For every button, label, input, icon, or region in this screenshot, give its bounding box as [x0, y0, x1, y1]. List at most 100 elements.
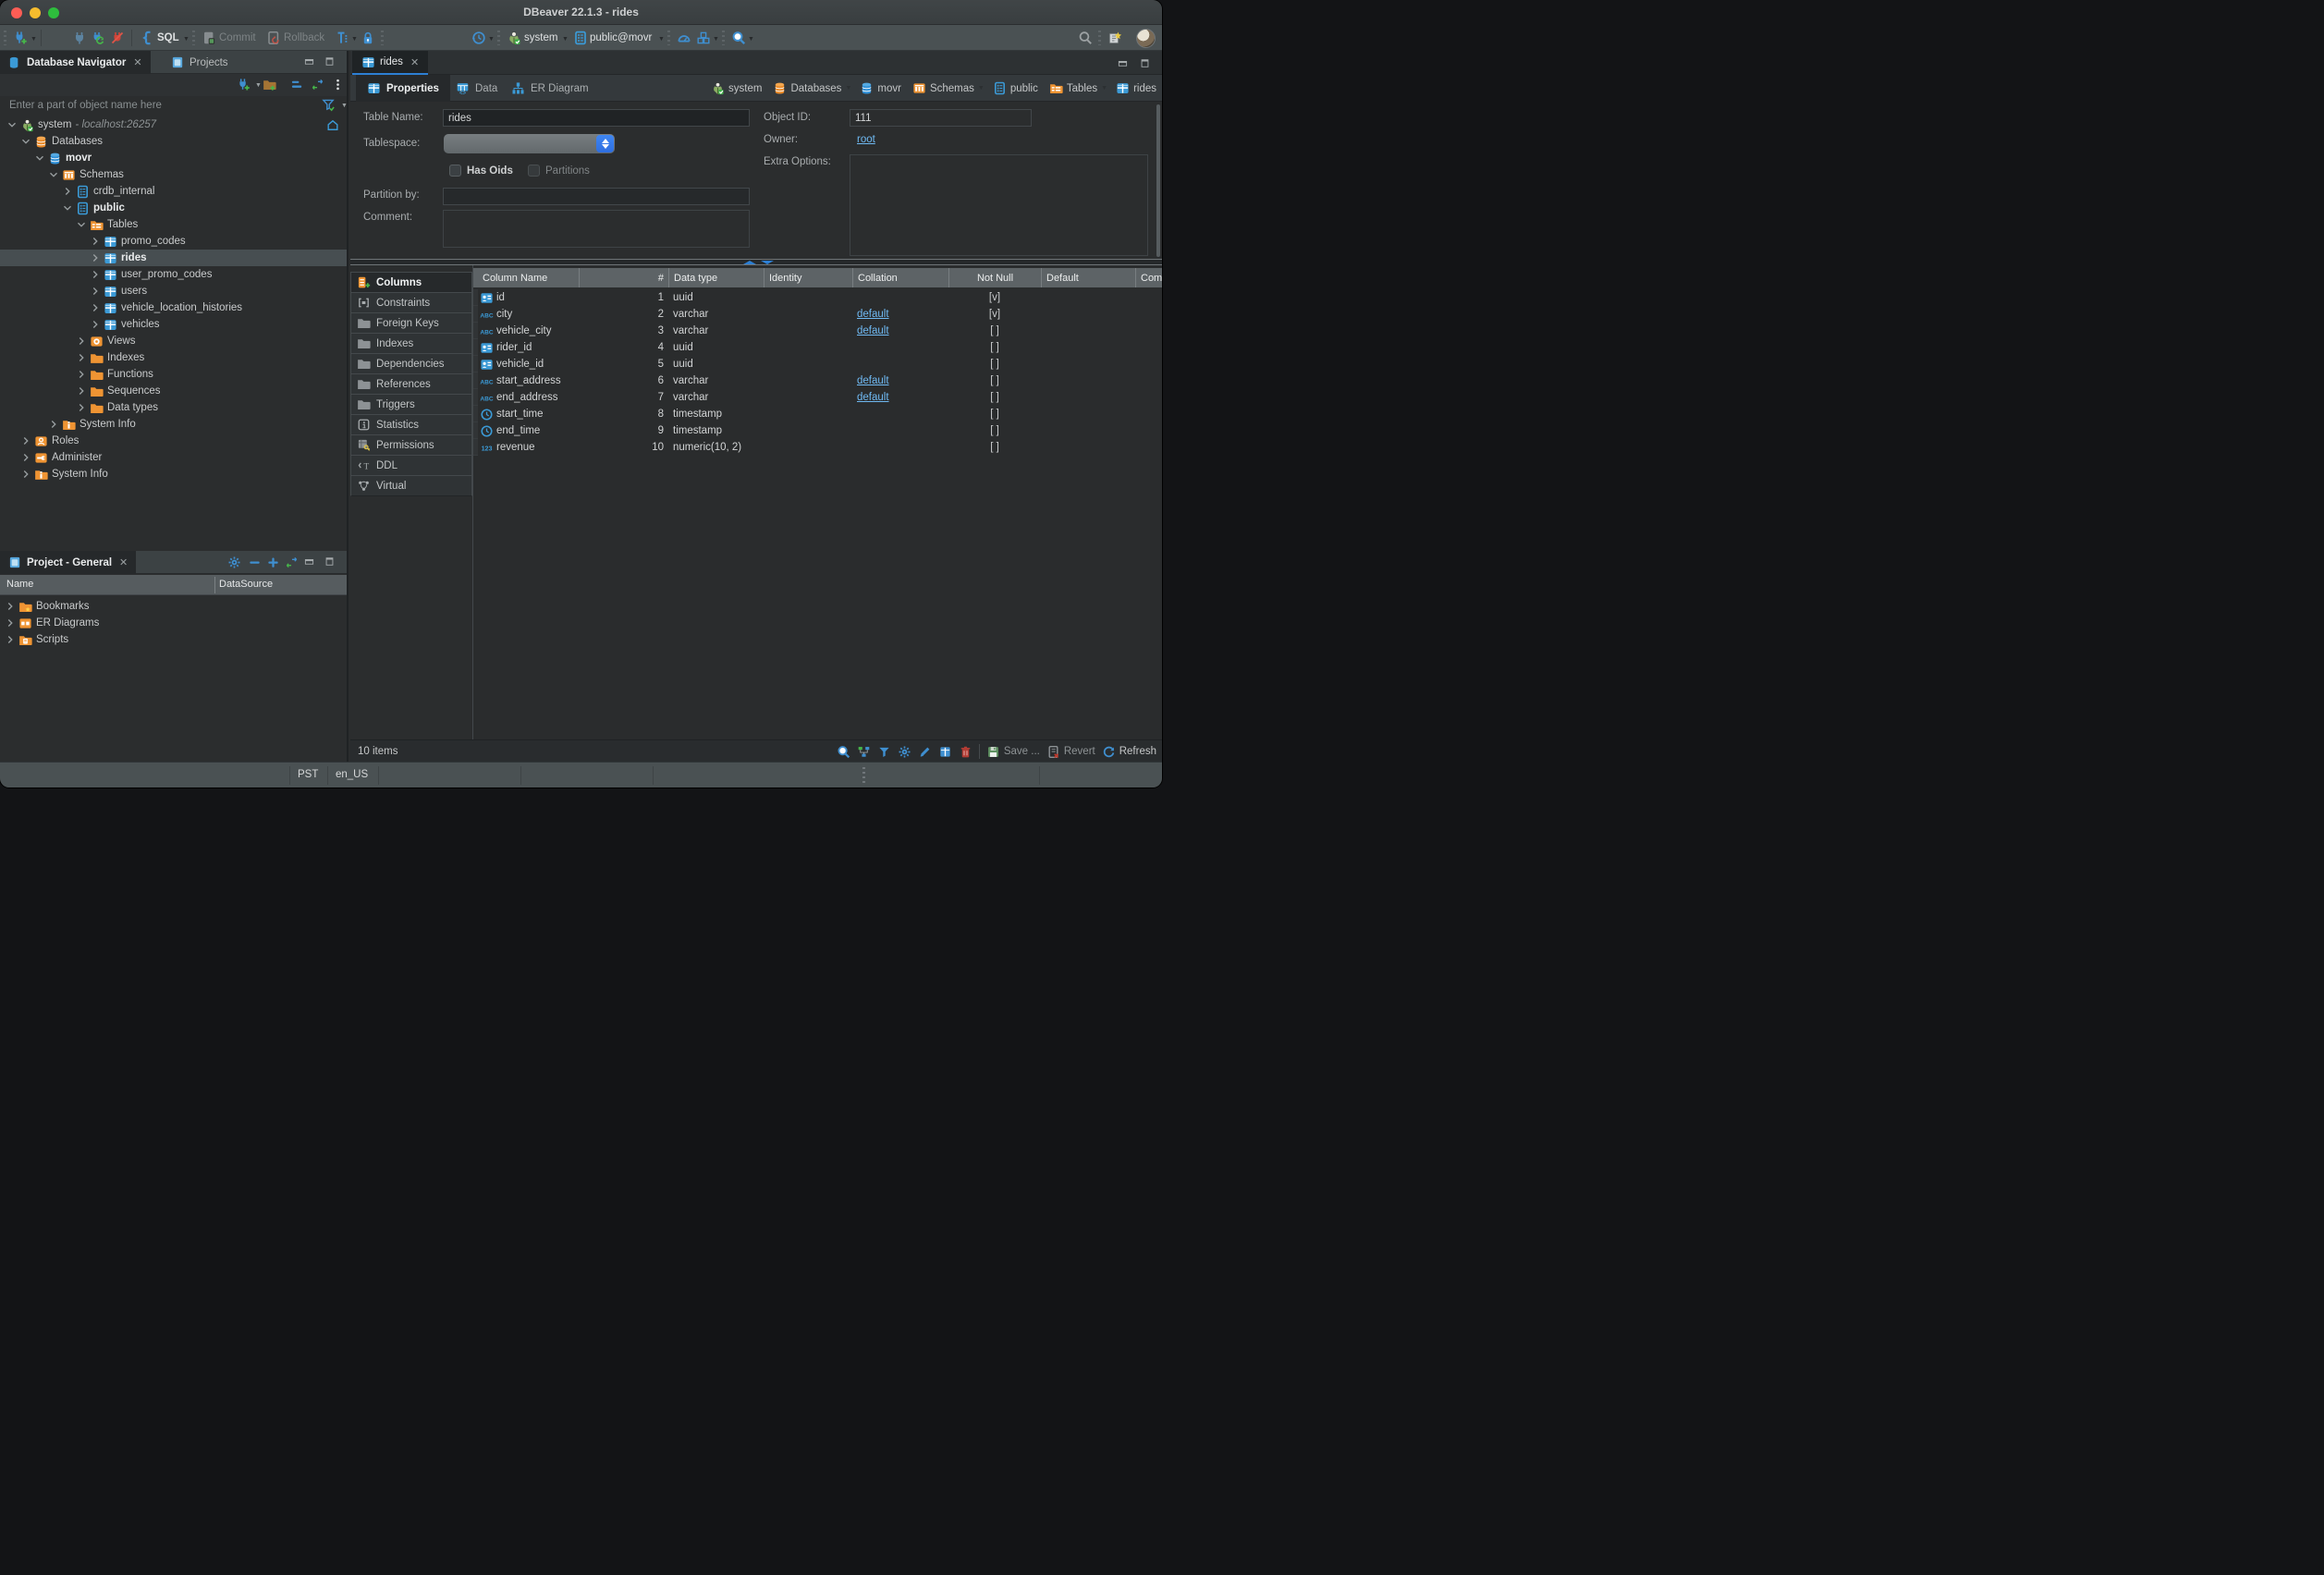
save-button[interactable]: Save ...	[1004, 746, 1040, 757]
section-tab[interactable]: Columns	[350, 272, 472, 293]
column-collation[interactable]: default	[852, 375, 948, 386]
tree-chevron-icon[interactable]	[75, 401, 88, 414]
minimize-editor-icon[interactable]	[1117, 58, 1129, 68]
column-not-null[interactable]: [ ]	[948, 425, 1041, 436]
data-search-icon[interactable]	[731, 31, 746, 45]
header-collation[interactable]: Collation	[852, 268, 948, 287]
column-not-null[interactable]: [ ]	[948, 375, 1041, 386]
quick-search-icon[interactable]	[1078, 31, 1093, 45]
home-icon[interactable]	[326, 301, 339, 314]
tree-chevron-icon[interactable]	[19, 434, 32, 447]
connect-icon[interactable]	[72, 31, 87, 45]
tree-item[interactable]: movr	[0, 150, 347, 166]
section-tab[interactable]: Dependencies	[350, 353, 472, 374]
scrollbar[interactable]	[1156, 104, 1160, 257]
sql-editor-button[interactable]: SQL	[157, 32, 179, 43]
revert-icon[interactable]	[1046, 745, 1060, 759]
column-row[interactable]: ABCvehicle_city 3 varchar default [ ]	[473, 323, 1162, 339]
tree-chevron-icon[interactable]	[4, 633, 17, 646]
column-not-null[interactable]: [ ]	[948, 392, 1041, 403]
tree-chevron-icon[interactable]	[47, 418, 60, 431]
commit-icon[interactable]	[202, 31, 216, 45]
project-item[interactable]: ER Diagrams	[0, 615, 347, 631]
column-collation[interactable]: default	[852, 392, 948, 403]
has-oids-checkbox[interactable]	[449, 165, 461, 177]
column-not-null[interactable]: [v]	[948, 309, 1041, 320]
section-tab[interactable]: Statistics	[350, 414, 472, 435]
home-icon[interactable]	[326, 268, 339, 281]
tree-chevron-icon[interactable]	[75, 218, 88, 231]
tree-item[interactable]: promo_codes	[0, 233, 347, 250]
section-tab[interactable]: Indexes	[350, 333, 472, 354]
tab-properties[interactable]: Properties	[356, 75, 450, 102]
project-item[interactable]: Scripts	[0, 631, 347, 648]
tree-item[interactable]: rides	[0, 250, 347, 266]
tree-item[interactable]: Schemas	[0, 166, 347, 183]
tree-item[interactable]: Administer	[0, 449, 347, 466]
tab-data[interactable]: <> Data	[445, 75, 508, 102]
home-icon[interactable]	[326, 451, 339, 464]
tree-chevron-icon[interactable]	[61, 201, 74, 214]
column-not-null[interactable]: [ ]	[948, 442, 1041, 453]
tab-er-diagram[interactable]: ER Diagram	[500, 75, 600, 102]
header-data-type[interactable]: Data type	[668, 268, 764, 287]
object-filter-input[interactable]	[7, 97, 285, 114]
tree-chevron-icon[interactable]	[89, 235, 102, 248]
partition-by-input[interactable]	[443, 188, 750, 205]
perspective-icon[interactable]	[1107, 31, 1122, 45]
toggle-panel-icon[interactable]	[938, 745, 952, 759]
column-row[interactable]: vehicle_id 5 uuid [ ]	[473, 356, 1162, 372]
active-connection-select[interactable]: system	[524, 32, 557, 43]
home-icon[interactable]	[326, 468, 339, 481]
section-tab[interactable]: Triggers	[350, 394, 472, 415]
tab-project-general[interactable]: Project - General ✕	[0, 551, 136, 574]
column-header-name[interactable]: Name	[6, 579, 33, 590]
home-icon[interactable]	[326, 368, 339, 381]
breadcrumb-item[interactable]: Databases ▼	[773, 81, 851, 95]
invalidate-reconnect-icon[interactable]	[91, 31, 105, 45]
tree-item[interactable]: Databases	[0, 133, 347, 150]
commit-button[interactable]: Commit	[219, 32, 256, 43]
tree-chevron-icon[interactable]	[75, 351, 88, 364]
breadcrumb-item[interactable]: Tables ▼	[1049, 81, 1107, 95]
close-tab-icon[interactable]: ✕	[119, 556, 128, 568]
tab-projects[interactable]: Projects	[163, 51, 237, 74]
object-id-input[interactable]	[850, 109, 1032, 127]
column-row[interactable]: ABCstart_address 6 varchar default [ ]	[473, 372, 1162, 389]
breadcrumb-item[interactable]: public ▼	[993, 81, 1038, 95]
column-header-datasource[interactable]: DataSource	[219, 579, 273, 590]
tree-chevron-icon[interactable]	[33, 152, 46, 165]
tree-chevron-icon[interactable]	[75, 368, 88, 381]
column-collation[interactable]: default	[852, 309, 948, 320]
view-diagram-icon[interactable]	[857, 745, 871, 759]
new-connection-icon[interactable]	[13, 31, 28, 45]
lock-icon[interactable]	[361, 31, 375, 45]
tree-chevron-icon[interactable]	[89, 301, 102, 314]
expand-icon[interactable]	[266, 556, 280, 569]
home-icon[interactable]	[326, 434, 339, 447]
header-not-null[interactable]: Not Null	[948, 268, 1041, 287]
collapse-icon[interactable]	[248, 556, 262, 569]
column-row[interactable]: rider_id 4 uuid [ ]	[473, 339, 1162, 356]
delete-icon[interactable]	[959, 745, 972, 759]
tree-item[interactable]: system - localhost:26257	[0, 116, 347, 133]
grid-search-icon[interactable]	[837, 745, 850, 759]
section-tab[interactable]: Permissions	[350, 434, 472, 456]
column-row[interactable]: id 1 uuid [v]	[473, 289, 1162, 306]
refresh-button[interactable]: Refresh	[1119, 746, 1156, 757]
link-with-editor-icon[interactable]	[285, 556, 299, 569]
section-tab[interactable]: Constraints	[350, 292, 472, 313]
column-row[interactable]: end_time 9 timestamp [ ]	[473, 422, 1162, 439]
breadcrumb-item[interactable]: system ▼	[711, 81, 762, 95]
home-icon[interactable]	[326, 418, 339, 431]
new-connection-icon[interactable]	[237, 78, 251, 92]
column-row[interactable]: ABCend_address 7 varchar default [ ]	[473, 389, 1162, 406]
column-not-null[interactable]: [ ]	[948, 342, 1041, 353]
compare-data-icon[interactable]	[696, 31, 711, 45]
tab-database-navigator[interactable]: Database Navigator ✕	[0, 51, 151, 74]
comment-textarea[interactable]	[443, 210, 750, 248]
tree-item[interactable]: System Info	[0, 466, 347, 482]
tree-item[interactable]: Roles	[0, 433, 347, 449]
header-identity[interactable]: Identity	[764, 268, 852, 287]
home-icon[interactable]	[326, 168, 339, 181]
